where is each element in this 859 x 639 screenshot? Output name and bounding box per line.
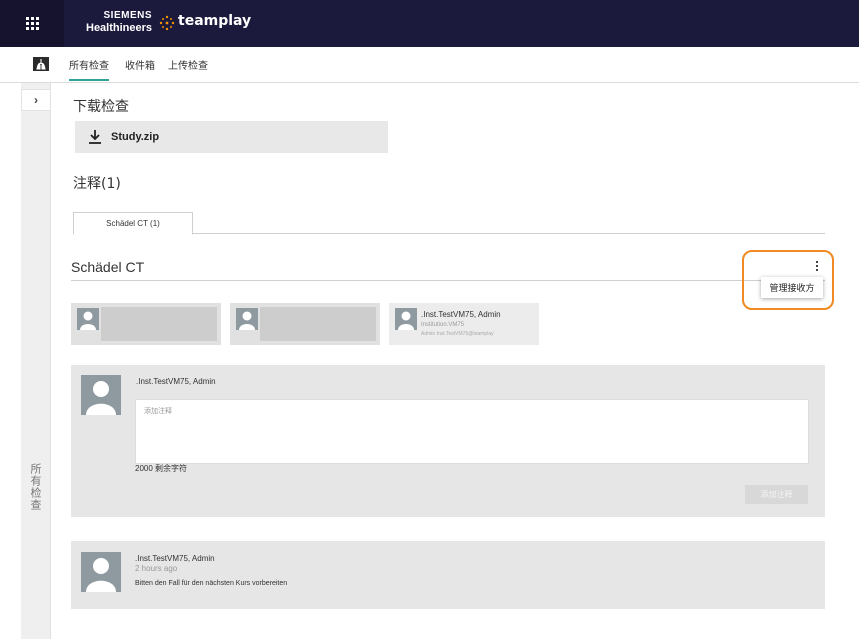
- download-title: 下载检查: [73, 99, 129, 115]
- download-file-button[interactable]: Study.zip: [75, 121, 388, 153]
- brand-logo: SIEMENS Healthineers: [86, 9, 152, 35]
- comment-time: 2 hours ago: [135, 564, 178, 573]
- group-divider: [71, 280, 825, 281]
- annotation-tab[interactable]: Schädel CT (1): [73, 212, 193, 235]
- avatar: [395, 308, 417, 330]
- more-options-icon[interactable]: [812, 259, 822, 273]
- recipient-email: Admin Inst.TestVM75@teamplay: [421, 331, 494, 337]
- side-panel-label: 所有检查: [29, 463, 42, 511]
- siemens-dots-icon: [159, 15, 175, 31]
- side-panel: › 所有检查: [21, 83, 51, 639]
- tab-upload-exams[interactable]: 上传检查: [168, 57, 208, 72]
- composer-user-name: .Inst.TestVM75, Admin: [136, 377, 216, 386]
- lungs-home-icon[interactable]: [33, 57, 49, 71]
- grid-icon: [25, 17, 39, 30]
- comment-composer: .Inst.TestVM75, Admin 2000 剩余字符 添加注释: [71, 365, 825, 517]
- annotation-group-title: Schädel CT: [71, 259, 145, 275]
- brand-line2: Healthineers: [86, 22, 153, 34]
- expand-panel-button[interactable]: ›: [21, 89, 51, 111]
- manage-recipients-menu-item[interactable]: 管理接收方: [761, 277, 823, 298]
- nav-row: 所有检查 收件箱 上传检查: [0, 47, 859, 83]
- comment-item: .Inst.TestVM75, Admin 2 hours ago Bitten…: [71, 541, 825, 609]
- comment-input[interactable]: [135, 399, 809, 464]
- avatar: [77, 308, 99, 330]
- recipient-name: .Inst.TestVM75, Admin: [421, 310, 501, 319]
- top-bar: SIEMENS Healthineers teamplay: [0, 0, 859, 47]
- tab-inbox[interactable]: 收件箱: [125, 57, 155, 72]
- recipient-card: [230, 303, 380, 345]
- recipient-card: .Inst.TestVM75, Admin Institution.VM75 A…: [389, 303, 539, 345]
- avatar: [81, 552, 121, 592]
- add-comment-button[interactable]: 添加注释: [745, 485, 808, 504]
- avatar: [81, 375, 121, 415]
- download-icon: [89, 130, 101, 144]
- annotations-title: 注释(1): [73, 176, 121, 192]
- recipient-institution: Institution.VM75: [421, 322, 465, 328]
- app-launcher-button[interactable]: [0, 0, 64, 47]
- product-name: teamplay: [178, 13, 252, 29]
- comment-user-name: .Inst.TestVM75, Admin: [135, 554, 215, 563]
- redacted-recipient-info: [101, 307, 217, 341]
- redacted-recipient-info: [260, 307, 376, 341]
- recipient-card: [71, 303, 221, 345]
- chevron-right-icon: ›: [34, 93, 38, 107]
- download-file-name: Study.zip: [111, 131, 160, 143]
- remaining-characters: 2000 剩余字符: [135, 464, 188, 473]
- comment-text: Bitten den Fall für den nächsten Kurs vo…: [135, 580, 288, 587]
- tab-all-exams[interactable]: 所有检查: [69, 57, 109, 81]
- avatar: [236, 308, 258, 330]
- brand-line1: SIEMENS: [103, 10, 153, 21]
